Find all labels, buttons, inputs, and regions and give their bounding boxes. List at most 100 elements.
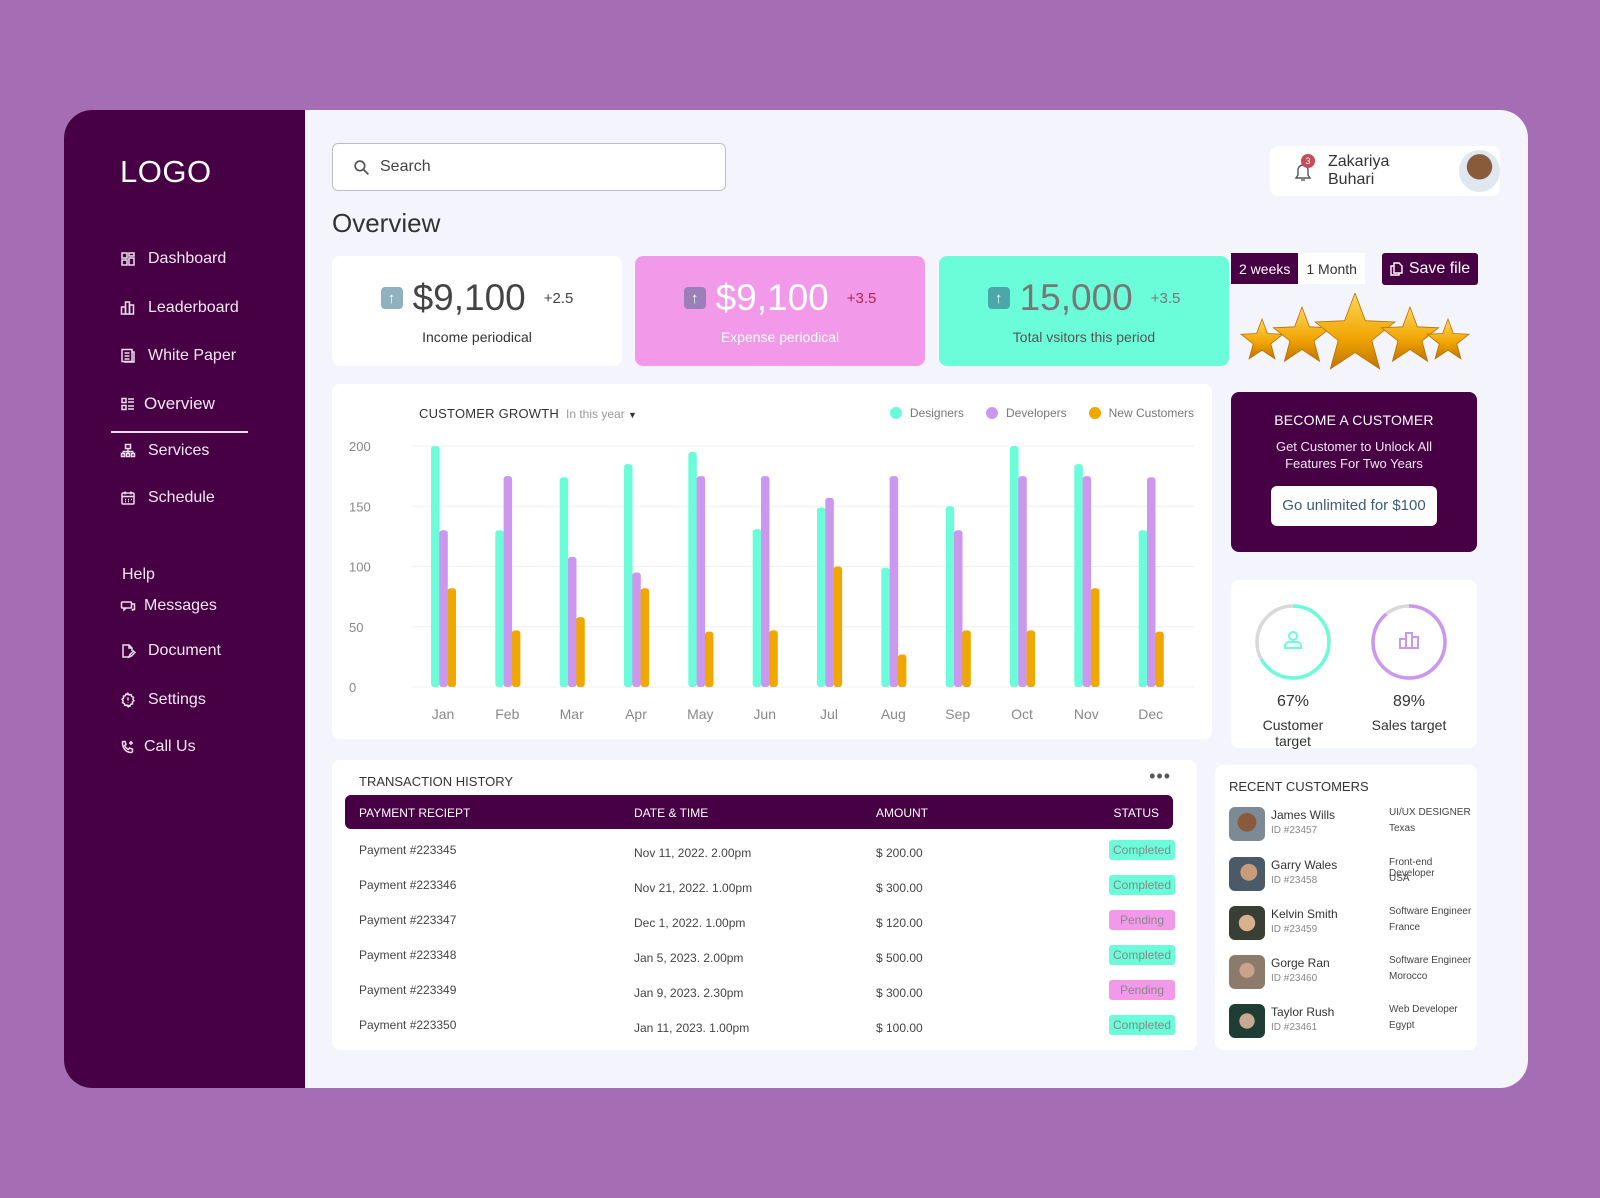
sidebar-item-services[interactable]: Services [120, 442, 209, 460]
transaction-history-card: TRANSACTION HISTORY ••• PAYMENT RECIEPT … [332, 760, 1197, 1050]
sales-target-ring [1371, 604, 1447, 680]
chart-canvas: 0 50 100 150 200 Jan Feb Mar Apr May Jun Jul Aug Sep O… [349, 439, 1194, 722]
y-tick-label: 0 [349, 680, 356, 695]
bar-designers-jun[interactable] [752, 529, 762, 687]
bar-developers-oct[interactable] [1018, 476, 1027, 687]
period-toggle: 2 weeks 1 Month [1231, 253, 1365, 284]
more-options-icon[interactable]: ••• [1149, 766, 1171, 787]
bar-developers-dec[interactable] [1147, 477, 1156, 687]
period-2-weeks[interactable]: 2 weeks [1231, 253, 1299, 284]
customer-role: Software Engineer [1389, 955, 1472, 966]
bar-new-customers-mar[interactable] [576, 617, 585, 687]
bar-developers-nov[interactable] [1082, 476, 1092, 687]
table-row[interactable]: Payment #223347 Dec 1, 2022. 1.00pm $ 120.… [332, 905, 1197, 939]
star-icon [1240, 317, 1284, 360]
sidebar-item-call-us[interactable]: Call Us [120, 738, 196, 756]
legend-item-new-customers: New Customers [1088, 406, 1194, 420]
bar-designers-sep[interactable] [945, 506, 955, 688]
bar-new-customers-nov[interactable] [1090, 588, 1100, 687]
bar-developers-aug[interactable] [889, 476, 899, 687]
bar-designers-may[interactable] [688, 452, 697, 687]
bar-new-customers-aug[interactable] [897, 654, 907, 688]
legend-label: Designers [909, 406, 964, 420]
promo-title: BECOME A CUSTOMER [1274, 412, 1434, 428]
notification-bell[interactable]: 3 [1292, 154, 1315, 182]
customer-list-item[interactable]: Taylor Rush ID #23461 Web Developer Egypt [1229, 1004, 1479, 1044]
sidebar-item-schedule[interactable]: Schedule [120, 489, 215, 507]
bar-developers-jan[interactable] [439, 530, 448, 687]
sidebar-item-leaderboard[interactable]: Leaderboard [120, 299, 239, 317]
bar-designers-oct[interactable] [1010, 446, 1019, 687]
user-avatar[interactable] [1458, 150, 1500, 192]
save-file-button[interactable]: Save file [1382, 253, 1478, 285]
logo: LOGO [120, 154, 212, 189]
bar-developers-sep[interactable] [954, 530, 963, 687]
sidebar-item-label: Messages [144, 597, 217, 614]
bar-developers-jun[interactable] [761, 476, 770, 687]
bar-designers-nov[interactable] [1074, 464, 1083, 687]
table-row[interactable]: Payment #223350 Jan 11, 2023. 1.00pm $ 100… [332, 1010, 1197, 1044]
chart-period-dropdown[interactable]: In this year ▼ [566, 407, 637, 421]
go-unlimited-button[interactable]: Go unlimited for $100 [1271, 486, 1437, 526]
notification-count-badge: 3 [1301, 154, 1315, 168]
customer-location: France [1389, 922, 1421, 933]
sidebar-item-white-paper[interactable]: White Paper [120, 347, 236, 365]
customer-list-item[interactable]: Kelvin Smith ID #23459 Software Engineer Fr… [1229, 906, 1479, 946]
customer-id: ID #23459 [1271, 924, 1318, 935]
search-input[interactable] [380, 158, 680, 176]
bar-designers-feb[interactable] [495, 530, 504, 687]
sidebar-item-dashboard[interactable]: Dashboard [120, 250, 226, 268]
sales-target: 89% Sales target [1359, 602, 1459, 733]
bar-new-customers-jun[interactable] [769, 630, 778, 687]
table-row[interactable]: Payment #223349 Jan 9, 2023. 2.30pm $ 300.… [332, 975, 1197, 1009]
payment-receipt: Payment #223349 [359, 983, 457, 997]
sidebar-item-label: Services [148, 442, 210, 459]
payment-receipt: Payment #223350 [359, 1018, 457, 1032]
bar-designers-jul[interactable] [817, 507, 826, 688]
sidebar-item-label: Dashboard [148, 250, 227, 267]
bar-developers-mar[interactable] [568, 556, 577, 687]
sidebar-item-overview[interactable]: Overview [120, 394, 215, 414]
bar-designers-dec[interactable] [1138, 530, 1148, 687]
status-badge: Completed [1109, 875, 1175, 895]
bar-new-customers-may[interactable] [704, 631, 714, 687]
amount: $ 120.00 [876, 916, 923, 930]
bar-designers-jan[interactable] [431, 446, 440, 687]
promo-text: Get Customer to Unlock All Features For … [1275, 439, 1433, 471]
bar-new-customers-jul[interactable] [833, 566, 843, 688]
amount: $ 500.00 [876, 951, 923, 965]
leaderboard-icon [120, 301, 135, 315]
bar-designers-apr[interactable] [624, 464, 633, 687]
period-1-month[interactable]: 1 Month [1298, 253, 1365, 284]
bar-new-customers-jan[interactable] [447, 588, 457, 687]
sidebar-item-messages[interactable]: Messages [120, 597, 217, 615]
bar-designers-mar[interactable] [559, 477, 569, 687]
table-row[interactable]: Payment #223348 Jan 5, 2023. 2.00pm $ 500.… [332, 940, 1197, 974]
date-time: Jan 5, 2023. 2.00pm [634, 951, 744, 965]
bar-developers-apr[interactable] [632, 572, 641, 688]
table-row[interactable]: Payment #223346 Nov 21, 2022. 1.00pm $ 300… [332, 870, 1197, 904]
bar-new-customers-dec[interactable] [1155, 631, 1164, 687]
bar-new-customers-feb[interactable] [511, 630, 521, 687]
customer-list-item[interactable]: Gorge Ran ID #23460 Software Engineer Moroc… [1229, 955, 1479, 995]
table-row[interactable]: Payment #223345 Nov 11, 2022. 2.00pm $ 200… [332, 835, 1197, 869]
user-icon [1284, 631, 1302, 649]
sidebar-item-settings[interactable]: Settings [120, 691, 206, 709]
customer-list-item[interactable]: Garry Wales ID #23458 Front-end Developer U… [1229, 857, 1479, 897]
status-badge: Pending [1109, 980, 1175, 1000]
user-profile-chip[interactable]: 3 Zakariya Buhari [1270, 146, 1500, 196]
bar-developers-may[interactable] [696, 476, 706, 687]
x-tick-label: Oct [1011, 706, 1033, 722]
bar-designers-aug[interactable] [881, 567, 890, 687]
sidebar-item-document[interactable]: Document [120, 642, 221, 660]
bar-new-customers-apr[interactable] [640, 588, 650, 687]
bar-new-customers-sep[interactable] [962, 630, 971, 687]
star-icon [1426, 317, 1470, 360]
customer-name: Taylor Rush [1271, 1005, 1335, 1019]
bar-new-customers-oct[interactable] [1026, 630, 1036, 687]
bar-developers-jul[interactable] [825, 497, 834, 687]
stat-label: Expense periodical [720, 329, 840, 345]
customer-list-item[interactable]: James Wills ID #23457 UI/UX DESIGNER Texas [1229, 807, 1479, 847]
bar-developers-feb[interactable] [503, 476, 513, 687]
search-bar[interactable] [332, 143, 726, 191]
